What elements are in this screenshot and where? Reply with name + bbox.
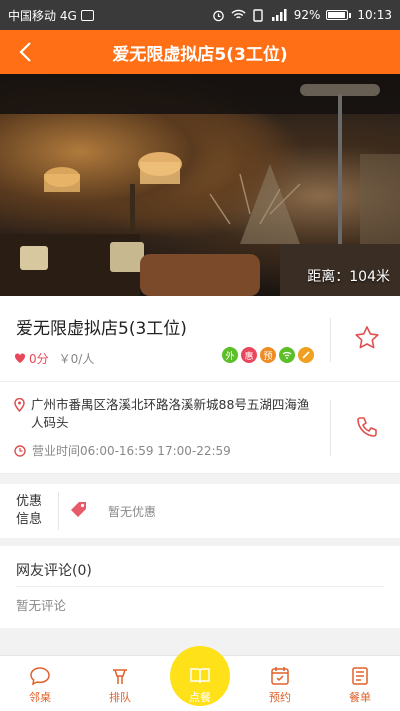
shop-name: 爱无限虚拟店5(3工位) [16,319,187,339]
bottom-nav: 邻桌 排队 点餐 预约 餐单 [0,646,400,711]
carrier-label: 中国移动 4G [8,8,77,23]
shop-score: 0分 [14,350,49,367]
status-bar: 中国移动 4G 92% 10:13 [0,0,400,30]
reserve-icon: 预 [260,347,276,363]
chat-bubble-icon [30,667,50,686]
nav-item-bill[interactable]: 餐单 [320,656,400,711]
alarm-icon [212,10,224,21]
favorite-button[interactable] [352,322,382,352]
nav-item-queue[interactable]: 排队 [80,656,160,711]
clock-icon [14,444,26,457]
star-outline-icon [355,325,379,348]
address-text: 广州市番禺区洛溪北环路洛溪新城88号五湖四海渔人码头 [31,397,310,430]
divider [16,586,384,587]
call-button[interactable] [352,412,382,442]
sim-icon [80,9,94,21]
nav-item-order[interactable]: 点餐 [160,646,240,711]
divider [330,400,331,456]
business-hours: 营业时间06:00-16:59 17:00-22:59 [32,444,231,458]
tag-icon [68,499,90,525]
service-icons: 外 惠 预 [222,347,314,363]
heart-icon [14,353,26,363]
nav-item-neighbor-table[interactable]: 邻桌 [0,656,80,711]
wifi-icon [231,9,246,19]
discount-icon: 惠 [241,347,257,363]
battery-percent: 92% [293,8,321,22]
phone-icon [357,417,377,437]
battery-icon [326,10,352,20]
signal-icon [271,9,287,21]
shop-meta: 0分 ￥0/人 [14,350,94,367]
address-card: 广州市番禺区洛溪北环路洛溪新城88号五湖四海渔人码头 营业时间06:00-16:… [0,382,400,474]
address-row[interactable]: 广州市番禺区洛溪北环路洛溪新城88号五湖四海渔人码头 [14,396,314,432]
divider [330,318,331,362]
nav-label: 点餐 [189,691,211,704]
queue-icon [113,669,127,684]
restaurant-interior-illustration [0,74,400,296]
distance-label: 距离：104米 [307,269,390,285]
reviews-empty-text: 暂无评论 [16,598,67,613]
score-value: 0分 [29,352,49,366]
calendar-icon [271,667,289,685]
nav-label: 邻桌 [29,691,51,704]
back-button[interactable] [10,36,40,68]
reviews-title[interactable]: 网友评论(0) [16,560,92,580]
nav-label: 预约 [269,691,291,704]
clock: 10:13 [357,8,392,22]
bill-icon [352,667,368,685]
reviews-card: 网友评论(0) 暂无评论 [0,546,400,628]
hours-row: 营业时间06:00-16:59 17:00-22:59 [14,442,231,459]
parking-icon [298,347,314,363]
wifi-service-icon [279,347,295,363]
shop-info-card: 爱无限虚拟店5(3工位) 0分 ￥0/人 外 惠 预 [0,296,400,382]
back-arrow-icon [19,42,31,62]
nav-label: 排队 [109,691,131,704]
nav-item-reserve[interactable]: 预约 [240,656,320,711]
nav-label: 餐单 [349,691,371,704]
promotion-card: 优惠信息 暂无优惠 [0,484,400,538]
page-title: 爱无限虚拟店5(3工位) [112,44,288,65]
restaurant-photo: 距离：104米 [0,74,400,296]
data-icon [253,8,263,22]
promotion-text: 暂无优惠 [108,505,157,519]
avg-price: ￥0/人 [58,352,95,366]
divider [58,492,59,530]
promotion-label: 优惠信息 [16,494,43,527]
takeout-icon: 外 [222,347,238,363]
menu-book-icon [190,668,210,684]
location-pin-icon [14,398,25,412]
title-bar: 爱无限虚拟店5(3工位) [0,30,400,74]
